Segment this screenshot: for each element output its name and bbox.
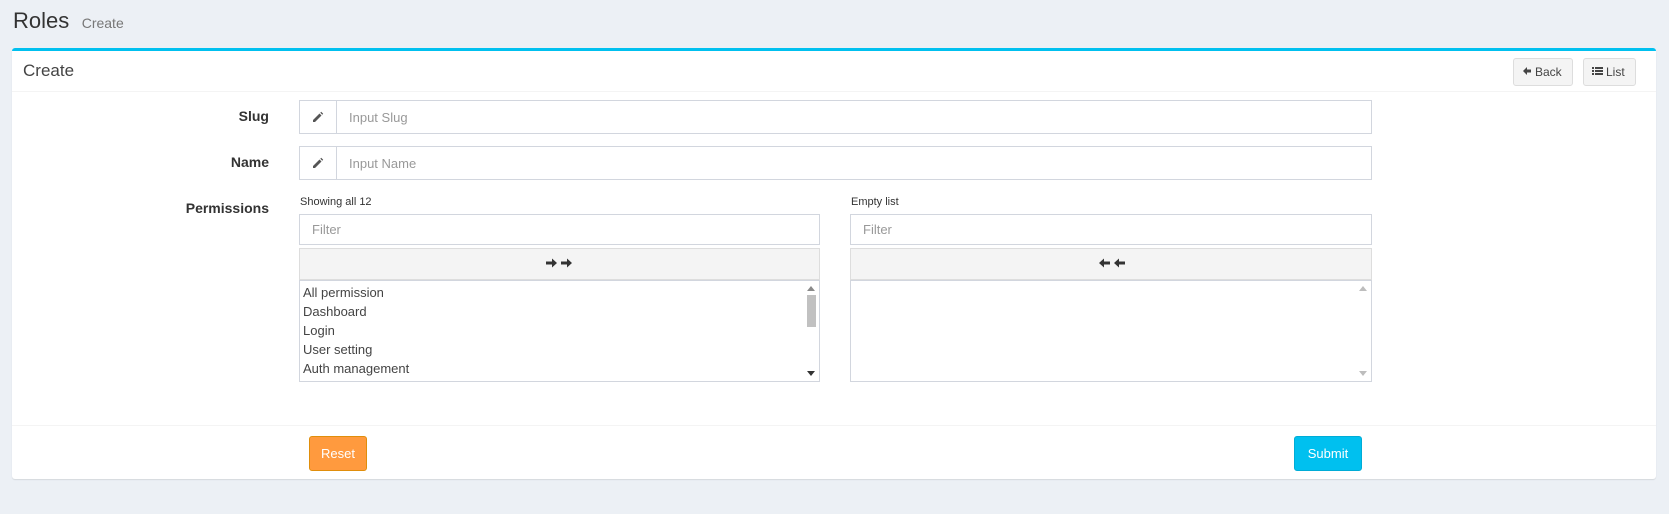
name-input-group	[299, 146, 1372, 180]
submit-button[interactable]: Submit	[1294, 436, 1362, 471]
available-list-scrollbar[interactable]	[804, 281, 819, 381]
arrow-right-double-icon	[545, 256, 575, 272]
slug-input-group	[299, 100, 1372, 134]
scroll-up-arrow-icon[interactable]	[807, 286, 815, 291]
scroll-down-arrow-icon[interactable]	[807, 371, 815, 376]
arrow-left-icon	[1522, 66, 1532, 78]
name-label: Name	[230, 154, 269, 170]
pencil-icon	[300, 101, 337, 133]
selected-list-scrollbar[interactable]	[1356, 281, 1371, 381]
move-all-left-button[interactable]	[850, 248, 1372, 280]
available-permissions-list[interactable]: All permission Dashboard Login User setting…	[299, 280, 820, 382]
permission-option[interactable]: Auth management	[302, 359, 803, 378]
list-button-label: List	[1606, 65, 1625, 79]
page-header: Roles Create	[13, 8, 124, 38]
permission-option[interactable]: Login	[302, 321, 803, 340]
box-footer: Reset Submit	[12, 425, 1656, 480]
available-items-container: All permission Dashboard Login User setting…	[302, 283, 803, 381]
name-input[interactable]	[337, 147, 1371, 179]
slug-label: Slug	[238, 108, 269, 124]
scroll-down-arrow-icon[interactable]	[1359, 371, 1367, 376]
box-header: Create Back List	[12, 51, 1656, 92]
scroll-thumb[interactable]	[807, 295, 816, 327]
list-icon	[1592, 66, 1603, 78]
page-subtitle: Create	[81, 15, 124, 31]
permission-option[interactable]: All permission	[302, 283, 803, 302]
arrow-left-double-icon	[1096, 256, 1126, 272]
slug-input[interactable]	[337, 101, 1371, 133]
page-title: Roles	[13, 8, 70, 33]
reset-button[interactable]: Reset	[309, 436, 367, 471]
back-button[interactable]: Back	[1513, 58, 1573, 86]
permission-option[interactable]: User setting	[302, 340, 803, 359]
back-button-label: Back	[1535, 65, 1562, 79]
available-list-info: Showing all 12	[300, 196, 372, 208]
box-title: Create	[23, 61, 75, 80]
permission-option[interactable]: Admin config	[302, 378, 803, 381]
selected-list-info: Empty list	[851, 196, 899, 208]
permissions-label: Permissions	[185, 200, 269, 216]
list-button[interactable]: List	[1583, 58, 1636, 86]
selected-permissions-list[interactable]	[850, 280, 1372, 382]
pencil-icon	[300, 147, 337, 179]
create-role-box: Create Back List Slug Name Permissions S…	[12, 48, 1656, 479]
scroll-up-arrow-icon[interactable]	[1359, 286, 1367, 291]
selected-filter-input[interactable]	[850, 214, 1372, 245]
permission-option[interactable]: Dashboard	[302, 302, 803, 321]
available-filter-input[interactable]	[299, 214, 820, 245]
move-all-right-button[interactable]	[299, 248, 820, 280]
